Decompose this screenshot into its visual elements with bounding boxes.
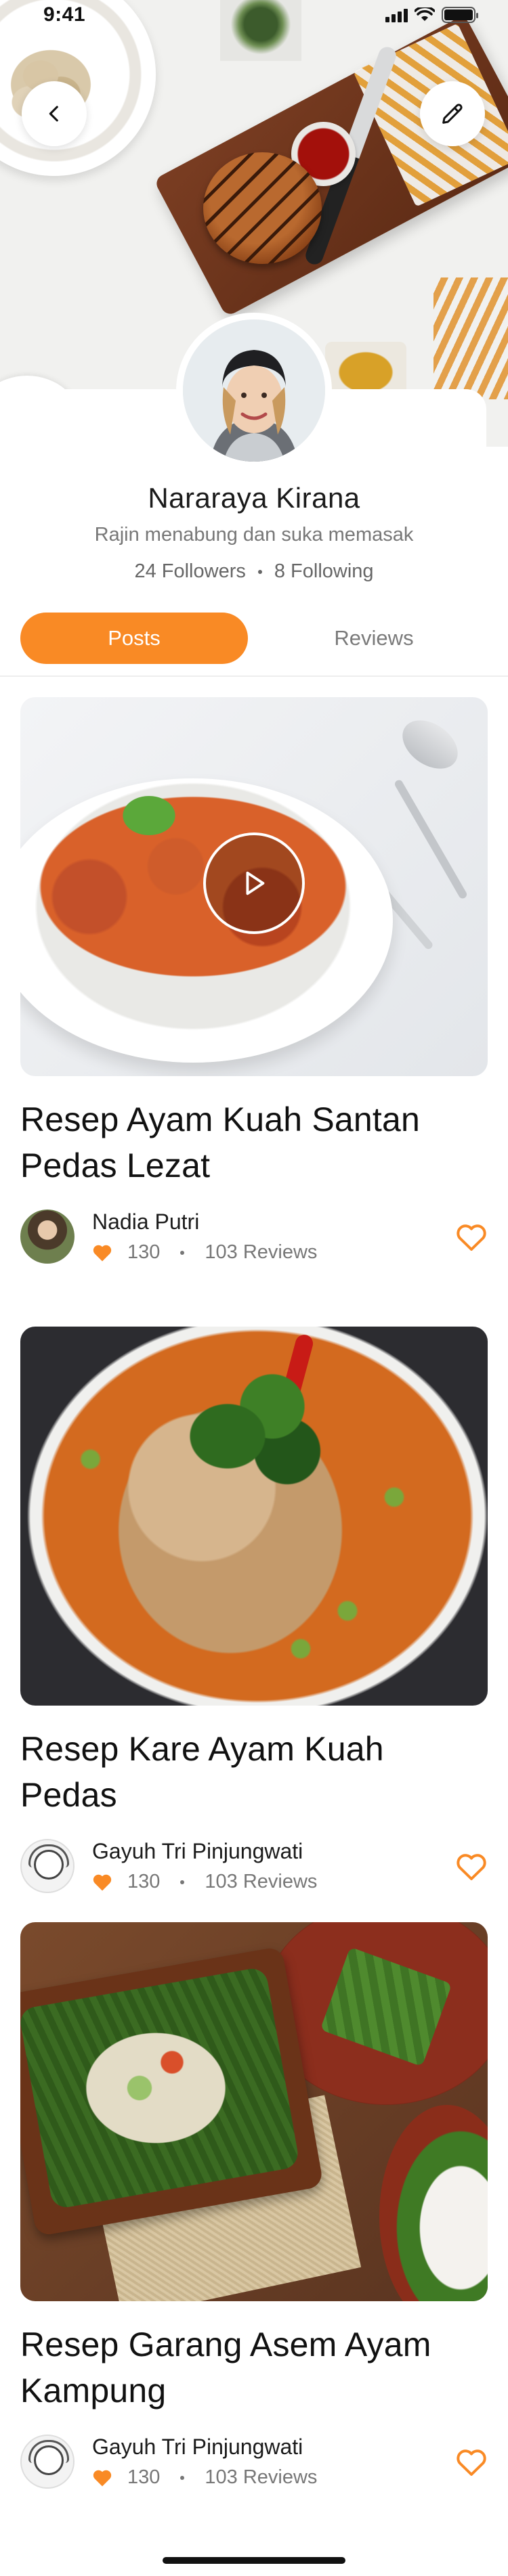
cellular-signal-icon [385, 7, 408, 22]
status-bar: 9:41 [0, 0, 508, 60]
recipe-card[interactable]: Resep Ayam Kuah Santan Pedas Lezat Nadia… [20, 697, 488, 1266]
edit-profile-button[interactable] [420, 81, 485, 146]
recipe-title[interactable]: Resep Kare Ayam Kuah Pedas [20, 1726, 488, 1818]
wifi-icon [414, 5, 436, 22]
followers-count[interactable]: 24 Followers [134, 560, 245, 583]
profile-bio: Rajin menabung dan suka memasak [94, 524, 414, 546]
play-icon [246, 871, 265, 895]
author-name[interactable]: Gayuh Tri Pinjungwati [92, 2435, 317, 2460]
separator-dot [180, 1880, 185, 1884]
status-time: 9:41 [43, 3, 86, 26]
likes-count: 130 [127, 2466, 161, 2488]
profile-stats: 24 Followers 8 Following [0, 560, 508, 583]
status-icons [385, 5, 478, 23]
heart-filled-icon [93, 2470, 112, 2486]
likes-count: 130 [127, 1871, 161, 1892]
recipe-title[interactable]: Resep Ayam Kuah Santan Pedas Lezat [20, 1096, 488, 1189]
likes-count: 130 [127, 1241, 161, 1263]
profile-tabs: Posts Reviews [20, 613, 488, 664]
heart-outline-icon[interactable] [455, 1222, 488, 1252]
reviews-count: 103 Reviews [205, 1871, 318, 1892]
author-name[interactable]: Gayuh Tri Pinjungwati [92, 1839, 317, 1864]
recipe-image[interactable] [20, 1327, 488, 1706]
separator-dot [180, 2475, 185, 2480]
pencil-icon [442, 104, 463, 124]
play-video-button[interactable] [203, 832, 305, 934]
reviews-count: 103 Reviews [205, 1241, 318, 1263]
recipe-meta: 130 103 Reviews [92, 2466, 317, 2489]
author-avatar[interactable] [20, 1209, 75, 1264]
chevron-left-icon [49, 106, 58, 122]
author-row: Gayuh Tri Pinjungwati 130 103 Reviews [20, 2433, 488, 2491]
author-avatar[interactable] [20, 2435, 75, 2489]
profile-name: Nararaya Kirana [148, 482, 360, 514]
author-row: Gayuh Tri Pinjungwati 130 103 Reviews [20, 1837, 488, 1895]
battery-icon [442, 7, 478, 23]
tab-reviews[interactable]: Reviews [260, 613, 488, 664]
profile-avatar-image [183, 319, 325, 462]
separator-dot [180, 1250, 185, 1255]
author-name[interactable]: Nadia Putri [92, 1209, 317, 1235]
recipe-card[interactable]: Resep Garang Asem Ayam Kampung Gayuh Tri… [20, 1922, 488, 2491]
heart-filled-icon [93, 1245, 112, 1261]
following-count[interactable]: 8 Following [274, 560, 374, 583]
home-indicator[interactable] [163, 2557, 345, 2564]
tab-posts[interactable]: Posts [20, 613, 248, 664]
heart-filled-icon [93, 1874, 112, 1890]
author-avatar[interactable] [20, 1839, 75, 1893]
recipe-image[interactable] [20, 1922, 488, 2301]
reviews-count: 103 Reviews [205, 2466, 318, 2488]
recipe-image[interactable] [20, 697, 488, 1076]
heart-outline-icon[interactable] [455, 2447, 488, 2477]
divider [0, 675, 508, 677]
recipe-meta: 130 103 Reviews [92, 1241, 317, 1264]
heart-outline-icon[interactable] [455, 1852, 488, 1882]
separator-dot [257, 569, 262, 574]
back-button[interactable] [22, 81, 87, 146]
author-row: Nadia Putri 130 103 Reviews [20, 1207, 488, 1266]
profile-avatar[interactable] [176, 313, 332, 468]
recipe-card[interactable]: Resep Kare Ayam Kuah Pedas Gayuh Tri Pin… [20, 1327, 488, 1895]
recipe-meta: 130 103 Reviews [92, 1871, 317, 1893]
recipe-title[interactable]: Resep Garang Asem Ayam Kampung [20, 2322, 488, 2414]
